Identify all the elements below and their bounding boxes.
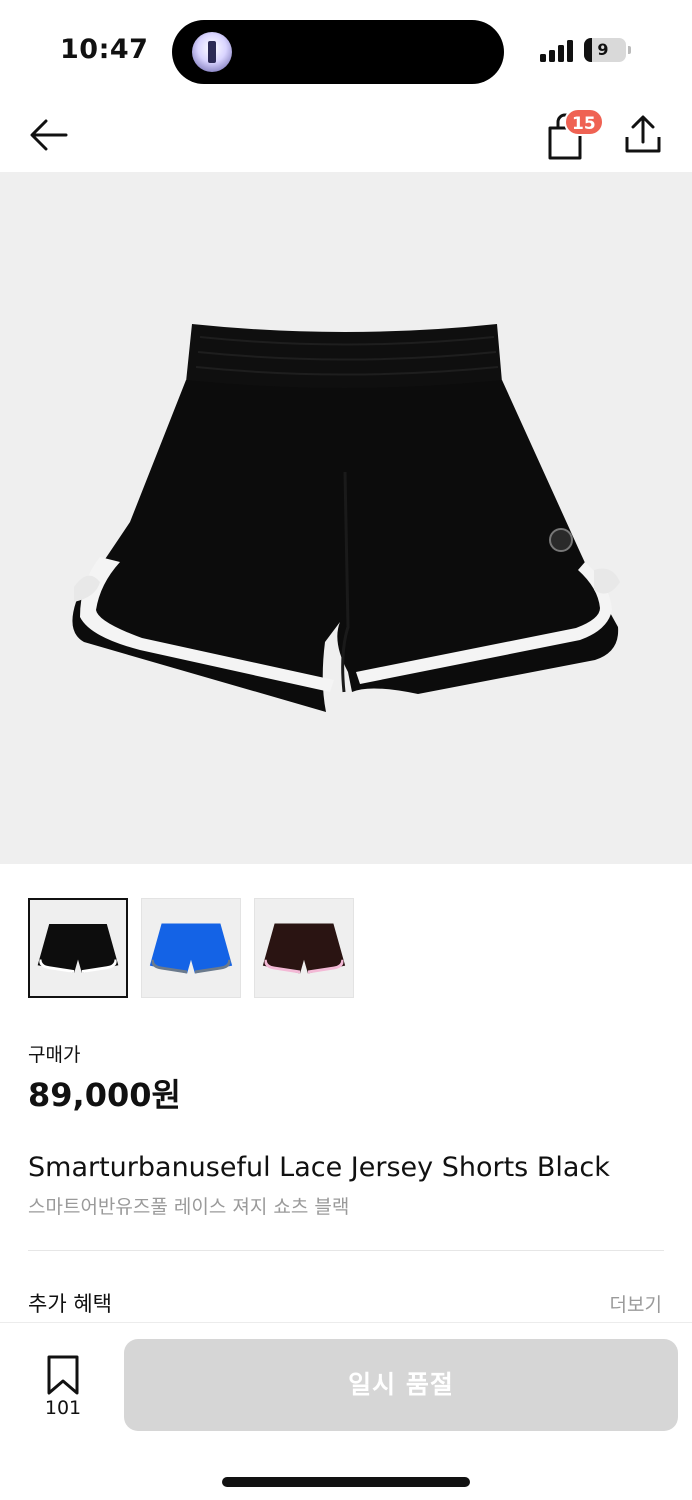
thumbnail-black[interactable] <box>28 898 128 998</box>
back-button[interactable] <box>24 112 74 158</box>
status-bar: 10:47 9 <box>0 0 692 100</box>
product-title-ko: 스마트어반유즈풀 레이스 져지 쇼츠 블랙 <box>28 1196 350 1218</box>
home-indicator <box>222 1477 470 1487</box>
thumbnail-brown[interactable] <box>254 898 354 998</box>
shorts-thumbnail-image <box>262 923 346 974</box>
section-divider <box>28 1250 664 1251</box>
price-label: 구매가 <box>28 1044 81 1066</box>
share-button[interactable] <box>618 110 668 160</box>
color-thumbnails <box>28 898 368 998</box>
battery-icon: 9 <box>584 38 631 62</box>
flashlight-icon <box>192 32 232 72</box>
product-title-en: Smarturbanuseful Lace Jersey Shorts Blac… <box>28 1152 610 1183</box>
shorts-thumbnail-image <box>37 924 119 973</box>
wishlist-count: 101 <box>44 1397 82 1419</box>
product-hero-image[interactable] <box>0 172 692 864</box>
top-nav: 15 <box>0 100 692 172</box>
benefits-heading: 추가 혜택 <box>28 1292 112 1316</box>
dynamic-island <box>172 20 504 84</box>
battery-level: 9 <box>597 40 609 59</box>
shorts-image <box>72 324 620 712</box>
thumbnail-blue[interactable] <box>141 898 241 998</box>
shorts-thumbnail-image <box>149 923 233 974</box>
sold-out-button[interactable]: 일시 품절 <box>124 1339 678 1431</box>
status-time: 10:47 <box>60 34 149 65</box>
bottom-action-bar: 101 일시 품절 <box>0 1322 692 1500</box>
arrow-left-icon <box>30 119 68 151</box>
bookmark-icon <box>47 1355 79 1395</box>
cellular-signal-icon <box>540 40 574 62</box>
product-price: 89,000원 <box>28 1076 181 1114</box>
benefits-more-link[interactable]: 더보기 <box>610 1290 662 1317</box>
share-icon <box>625 115 661 153</box>
wishlist-button[interactable]: 101 <box>28 1351 98 1421</box>
cart-count-badge: 15 <box>564 108 604 136</box>
